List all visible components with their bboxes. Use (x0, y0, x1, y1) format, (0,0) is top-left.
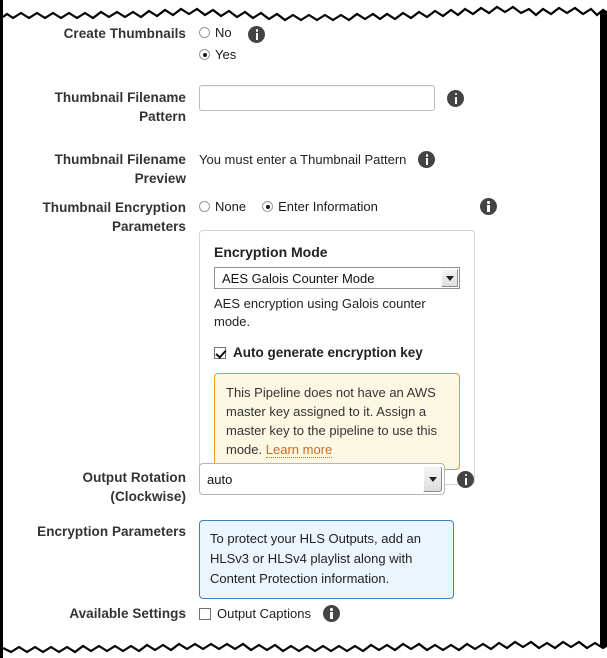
auto-generate-key-label: Auto generate encryption key (233, 345, 423, 360)
encryption-mode-description: AES encryption using Galois counter mode… (214, 296, 426, 329)
radio-label-enter-information: Enter Information (278, 199, 378, 214)
learn-more-link[interactable]: Learn more (265, 442, 333, 458)
output-rotation-select[interactable]: auto (199, 463, 445, 495)
info-icon-thumbnail-filename-pattern[interactable] (447, 89, 464, 107)
label-create-thumbnails: Create Thumbnails (63, 26, 186, 41)
label-thumbnail-filename-pattern: Thumbnail Filename Pattern (6, 88, 186, 126)
radio-option-no[interactable]: No (199, 24, 236, 41)
radio-option-enter-information[interactable]: Enter Information (262, 198, 378, 215)
page-frame: Create Thumbnails No Yes Thumbnail Filen… (0, 0, 607, 658)
label-line-1: Thumbnail Filename (54, 90, 186, 105)
info-icon-create-thumbnails[interactable] (248, 26, 266, 43)
radio-button-none[interactable] (199, 201, 210, 212)
label-line-2: (Clockwise) (110, 489, 186, 504)
master-key-warning: This Pipeline does not have an AWS maste… (214, 373, 460, 470)
radio-button-no[interactable] (199, 27, 210, 38)
label-line-2: Pattern (139, 109, 186, 124)
row-thumbnail-filename-pattern: Thumbnail Filename Pattern (6, 85, 464, 126)
radio-option-yes[interactable]: Yes (199, 46, 236, 63)
encryption-mode-value: AES Galois Counter Mode (222, 270, 375, 286)
row-thumbnail-filename-preview: Thumbnail Filename Preview You must ente… (6, 150, 436, 188)
radio-label-none: None (215, 199, 247, 214)
output-captions-checkbox-row[interactable]: Output Captions (199, 605, 311, 622)
settings-form: Create Thumbnails No Yes Thumbnail Filen… (6, 18, 596, 640)
info-icon-thumbnail-filename-preview[interactable] (418, 151, 436, 168)
auto-generate-key-checkbox-row[interactable]: Auto generate encryption key (214, 345, 460, 360)
label-thumbnail-filename-preview: Thumbnail Filename Preview (6, 150, 186, 188)
thumbnail-filename-pattern-input[interactable] (199, 85, 435, 111)
label-encryption-parameters: Encryption Parameters (37, 524, 186, 539)
row-encryption-parameters: Encryption Parameters To protect your HL… (6, 520, 454, 599)
encryption-mode-title: Encryption Mode (214, 244, 328, 260)
encryption-panel: Encryption Mode AES Galois Counter Mode … (199, 230, 475, 485)
radio-label-yes: Yes (215, 47, 237, 62)
label-output-rotation: Output Rotation (Clockwise) (6, 468, 186, 506)
chevron-down-icon[interactable] (441, 269, 458, 287)
radio-button-enter-information[interactable] (262, 201, 274, 212)
output-rotation-value: auto (207, 471, 233, 487)
radio-option-none[interactable]: None (199, 198, 246, 215)
encryption-mode-select[interactable]: AES Galois Counter Mode (214, 267, 460, 289)
row-thumbnail-encryption-parameters: Thumbnail Encryption Parameters None Ent… (6, 198, 544, 485)
output-captions-checkbox[interactable] (199, 607, 211, 620)
thumbnail-filename-preview-text: You must enter a Thumbnail Pattern (199, 152, 407, 167)
info-icon-available-settings[interactable] (322, 605, 340, 622)
info-icon-output-rotation[interactable] (457, 470, 474, 488)
label-line-1: Thumbnail Filename (54, 152, 186, 167)
label-line-2: Parameters (111, 219, 186, 234)
radio-group-thumbnail-encryption[interactable]: None Enter Information (199, 198, 378, 215)
output-captions-label: Output Captions (217, 606, 311, 621)
row-available-settings: Available Settings Output Captions (6, 604, 340, 623)
info-icon-thumbnail-encryption[interactable] (479, 198, 497, 215)
row-create-thumbnails: Create Thumbnails No Yes (6, 24, 266, 63)
auto-generate-key-checkbox[interactable] (214, 346, 226, 359)
encryption-parameters-infobox: To protect your HLS Outputs, add an HLSv… (199, 520, 454, 599)
label-thumbnail-encryption-parameters: Thumbnail Encryption Parameters (6, 198, 186, 236)
radio-group-create-thumbnails[interactable]: No Yes (199, 24, 236, 63)
label-line-1: Output Rotation (82, 470, 186, 485)
label-line-2: Preview (134, 171, 186, 186)
label-available-settings: Available Settings (69, 606, 186, 621)
chevron-down-icon[interactable] (423, 466, 442, 492)
radio-button-yes[interactable] (199, 49, 210, 60)
label-line-1: Thumbnail Encryption (42, 200, 186, 215)
radio-label-no: No (215, 25, 232, 40)
row-output-rotation: Output Rotation (Clockwise) auto (6, 463, 474, 506)
